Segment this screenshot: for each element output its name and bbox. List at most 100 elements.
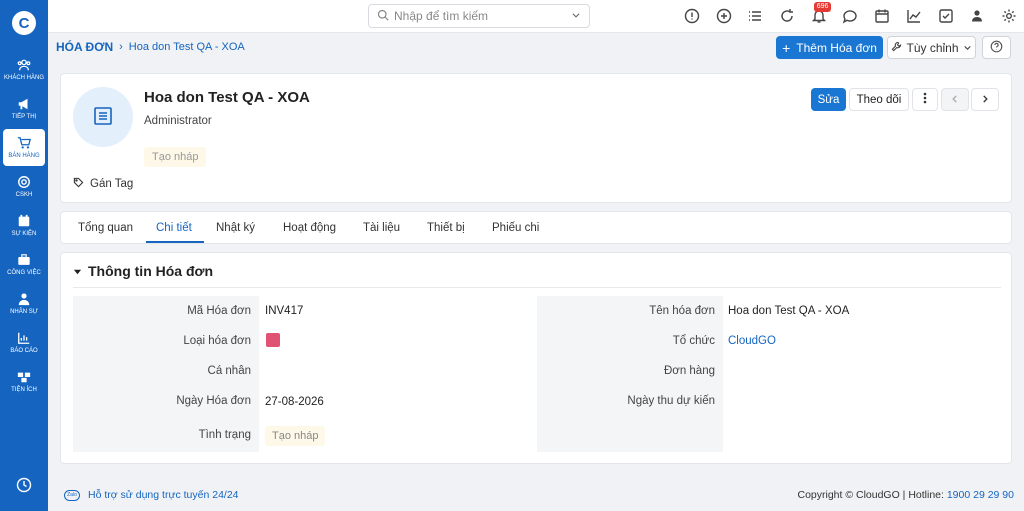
sidebar: C KHÁCH HÀNG TIẾP THỊ BÁN HÀNG CSKH SỰ K… xyxy=(0,0,48,511)
breadcrumb: HÓA ĐƠN › Hoa don Test QA - XOA xyxy=(56,40,245,54)
person-icon xyxy=(17,292,31,306)
user-icon[interactable] xyxy=(969,8,985,24)
logo-letter: C xyxy=(18,14,30,32)
support-text: Hỗ trợ sử dụng trực tuyến 24/24 xyxy=(88,489,239,501)
app-logo[interactable]: C xyxy=(12,11,36,35)
plus-icon: + xyxy=(782,39,791,56)
customize-label: Tùy chỉnh xyxy=(906,40,959,55)
field-label-invoice-name: Tên hóa đơn xyxy=(649,305,715,317)
edit-button[interactable]: Sửa xyxy=(811,88,846,111)
follow-button[interactable]: Theo dõi xyxy=(849,88,909,111)
assign-tag-label: Gán Tag xyxy=(90,178,134,190)
breadcrumb-module[interactable]: HÓA ĐƠN xyxy=(56,40,113,54)
checkbox-icon[interactable] xyxy=(938,8,954,24)
sidebar-item-reports[interactable]: BÁO CÁO xyxy=(3,324,45,361)
sidebar-item-tasks[interactable]: CÔNG VIỆC xyxy=(3,246,45,283)
add-invoice-button[interactable]: + Thêm Hóa đơn xyxy=(776,36,883,59)
previous-record-button[interactable] xyxy=(941,88,969,111)
sidebar-item-label: CÔNG VIỆC xyxy=(7,270,41,276)
support-link[interactable]: Zalo Hỗ trợ sử dụng trực tuyến 24/24 xyxy=(64,489,239,501)
clock-icon[interactable] xyxy=(16,477,32,493)
kebab-menu-icon xyxy=(923,92,927,107)
invoice-type-color xyxy=(266,333,280,347)
field-label-status: Tình trạng xyxy=(198,429,251,441)
hotline-number[interactable]: 1900 29 29 90 xyxy=(947,489,1014,501)
chevron-down-icon[interactable] xyxy=(571,9,581,23)
sidebar-item-marketing[interactable]: TIẾP THỊ xyxy=(3,90,45,127)
record-title: Hoa don Test QA - XOA xyxy=(144,89,310,106)
sidebar-item-utilities[interactable]: TIỆN ÍCH xyxy=(3,363,45,400)
gear-icon[interactable] xyxy=(1001,8,1017,24)
field-label-invoice-code: Mã Hóa đơn xyxy=(187,305,251,317)
calendar-icon[interactable] xyxy=(874,8,890,24)
section-title: Thông tin Hóa đơn xyxy=(88,263,214,279)
search-input[interactable] xyxy=(394,9,571,23)
tab-overview[interactable]: Tổng quan xyxy=(78,222,133,234)
sidebar-item-label: SỰ KIỆN xyxy=(11,231,37,237)
chat-icon[interactable] xyxy=(842,8,858,24)
search-icon xyxy=(377,9,389,24)
sidebar-item-label: BÁO CÁO xyxy=(10,348,38,354)
alert-circle-icon[interactable] xyxy=(684,8,700,24)
plus-circle-icon[interactable] xyxy=(716,8,732,24)
assign-tag-button[interactable]: Gán Tag xyxy=(73,177,133,191)
next-record-button[interactable] xyxy=(971,88,999,111)
invoice-info-section: Thông tin Hóa đơn Mã Hóa đơn INV417 Loại… xyxy=(60,252,1012,464)
tab-documents[interactable]: Tài liệu xyxy=(363,222,400,234)
active-tab-indicator xyxy=(146,241,204,243)
cart-icon xyxy=(17,136,31,150)
list-icon[interactable] xyxy=(747,8,763,24)
record-avatar xyxy=(73,87,133,147)
section-divider xyxy=(73,287,1001,288)
section-header[interactable]: Thông tin Hóa đơn xyxy=(73,263,213,279)
page-header: HÓA ĐƠN › Hoa don Test QA - XOA + Thêm H… xyxy=(48,33,1024,63)
tab-details[interactable]: Chi tiết xyxy=(156,222,192,234)
field-value-invoice-code: INV417 xyxy=(265,305,304,317)
chart-line-icon[interactable] xyxy=(906,8,922,24)
zalo-icon: Zalo xyxy=(64,489,80,501)
breadcrumb-record: Hoa don Test QA - XOA xyxy=(128,41,245,53)
field-label-expected-collection-date: Ngày thu dự kiến xyxy=(627,395,715,407)
users-icon xyxy=(17,58,31,72)
chevron-right-icon: › xyxy=(119,41,123,53)
chevron-left-icon xyxy=(950,93,960,107)
field-value-organization[interactable]: CloudGO xyxy=(728,335,776,347)
help-button[interactable] xyxy=(982,36,1011,59)
global-search[interactable] xyxy=(368,4,590,28)
sidebar-item-hr[interactable]: NHÂN SỰ xyxy=(3,285,45,322)
field-label-invoice-type: Loại hóa đơn xyxy=(183,335,251,347)
field-label-individual: Cá nhân xyxy=(207,365,251,377)
field-value-status: Tạo nháp xyxy=(265,426,326,446)
sidebar-item-sales[interactable]: BÁN HÀNG xyxy=(3,129,45,166)
boxes-icon xyxy=(17,370,31,384)
tag-icon xyxy=(73,177,84,191)
sidebar-item-label: NHÂN SỰ xyxy=(10,309,38,315)
chevron-down-icon xyxy=(963,41,972,55)
sidebar-item-events[interactable]: SỰ KIỆN xyxy=(3,207,45,244)
lifebuoy-icon xyxy=(17,175,31,189)
more-options-button[interactable] xyxy=(912,88,938,111)
field-value-invoice-name: Hoa don Test QA - XOA xyxy=(728,305,850,317)
caret-down-icon xyxy=(73,263,82,279)
chevron-right-icon xyxy=(980,93,990,107)
sidebar-item-customers[interactable]: KHÁCH HÀNG xyxy=(3,51,45,88)
field-label-organization: Tổ chức xyxy=(672,335,715,347)
refresh-icon[interactable] xyxy=(779,8,795,24)
field-label-invoice-date: Ngày Hóa đơn xyxy=(176,395,251,407)
tab-activities[interactable]: Hoạt động xyxy=(283,222,336,234)
sidebar-item-cskh[interactable]: CSKH xyxy=(3,168,45,205)
record-header-card: Hoa don Test QA - XOA Administrator Tạo … xyxy=(60,73,1012,203)
topbar-icons: 696 xyxy=(684,2,1024,24)
tab-devices[interactable]: Thiết bị xyxy=(427,222,465,234)
notification-badge: 696 xyxy=(813,2,832,12)
tab-log[interactable]: Nhật ký xyxy=(216,222,255,234)
customize-button[interactable]: Tùy chỉnh xyxy=(887,36,976,59)
field-value-invoice-date: 27-08-2026 xyxy=(265,396,324,408)
footer-copyright: Copyright © CloudGO | Hotline: 1900 29 2… xyxy=(797,489,1014,501)
bell-icon[interactable]: 696 xyxy=(811,2,832,24)
sidebar-item-label: KHÁCH HÀNG xyxy=(3,75,44,81)
tab-payment-vouchers[interactable]: Phiếu chi xyxy=(492,222,539,234)
sidebar-item-label: TIẾP THỊ xyxy=(11,114,37,120)
copyright-text: Copyright © CloudGO | Hotline: xyxy=(797,489,947,501)
briefcase-icon xyxy=(17,253,31,267)
